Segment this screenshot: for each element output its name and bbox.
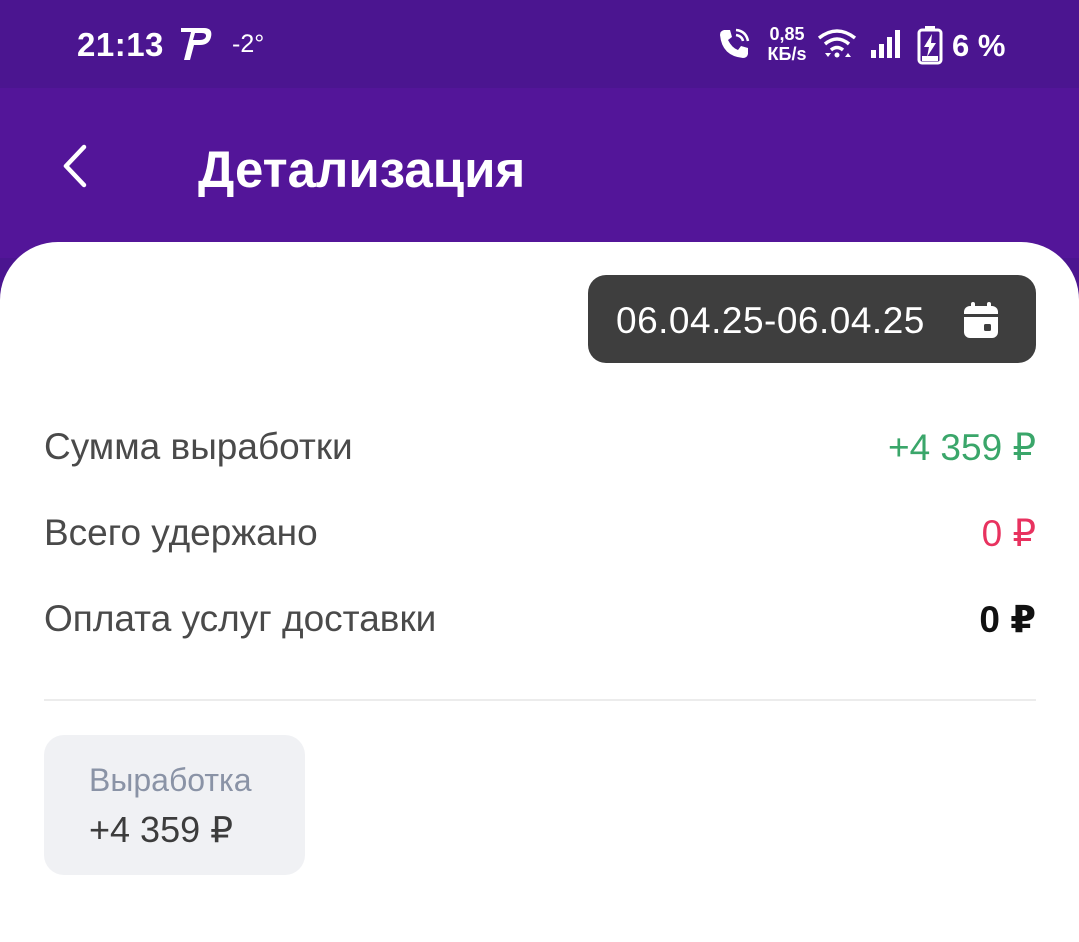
chevron-left-icon[interactable] [56,143,98,189]
summary-value: +4 359 ₽ [887,427,1036,468]
divider [44,699,1036,701]
date-range-text: 06.04.25-06.04.25 [616,300,925,341]
summary-value: 0 ₽ [981,513,1036,554]
battery-percent: 6 % [952,28,1006,63]
net-speed-unit: КБ/s [767,44,807,64]
app-bar: Детализация [0,88,1079,258]
wifi-icon [817,28,857,60]
chip-label: Выработка [89,762,252,798]
details-card: 06.04.25-06.04.25 Сумма выработки +4 359… [0,242,1079,942]
summary-value: 0 ₽ [979,599,1036,640]
net-speed-value: 0,85 [769,24,805,44]
date-range-button[interactable]: 06.04.25-06.04.25 [588,275,1036,363]
page-title: Детализация [198,141,526,198]
chip-value: +4 359 ₽ [89,809,234,850]
summary-row-earnings: Сумма выработки +4 359 ₽ [44,426,1036,476]
wifi-call-icon [716,26,752,62]
battery-charging-icon [917,25,943,65]
earnings-chip[interactable]: Выработка +4 359 ₽ [44,735,305,875]
summary-label: Всего удержано [44,512,318,553]
p-logo-icon [180,24,216,62]
summary-row-withheld: Всего удержано 0 ₽ [44,512,1036,562]
status-temperature: -2° [232,30,265,58]
signal-icon [869,28,905,60]
status-time: 21:13 [77,26,164,63]
summary-label: Сумма выработки [44,426,353,467]
calendar-icon [962,301,1000,339]
summary-row-delivery-fee: Оплата услуг доставки 0 ₽ [44,598,1036,648]
summary-label: Оплата услуг доставки [44,598,437,639]
net-speed: 0,85 КБ/s [764,24,810,64]
status-bar: 21:13 -2° 0,85 КБ/s 6 % [0,0,1079,88]
